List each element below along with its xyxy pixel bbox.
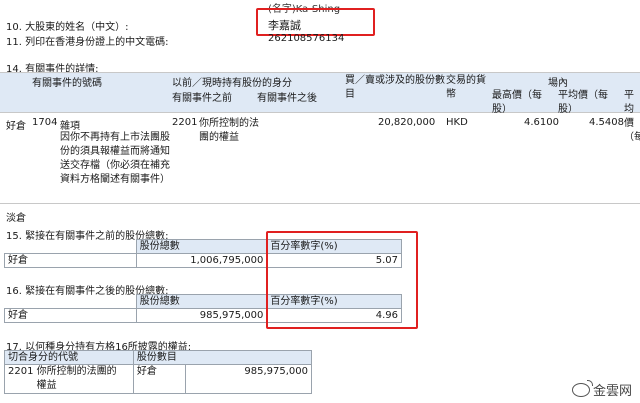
highlight-pct-box: [266, 231, 418, 329]
item17-col-shares: 股份數目: [132, 350, 186, 365]
item14-header-currency: 交易的貨幣: [446, 75, 486, 100]
item14-row-code: 1704: [32, 117, 58, 128]
item14-header-shares: 買／賣或涉及的股份數目: [345, 75, 445, 100]
item14-row-avg: 4.5408: [589, 117, 624, 128]
item14-header-top-line: [0, 72, 640, 73]
item14-header-avg-cut: 平均價（每: [624, 90, 640, 143]
item14-header-before: 有關事件之前: [172, 93, 232, 104]
item14-row-high: 4.6100: [524, 117, 559, 128]
item15-row-label: 好倉: [4, 253, 137, 268]
item14-row-cap-desc: 你所控制的法團的權益: [199, 118, 259, 143]
item14-row-bottom-line: [0, 203, 640, 204]
item14-row-cap-code: 2201: [172, 117, 198, 128]
item15-blank: [4, 239, 137, 254]
item17-code: 2201: [8, 366, 34, 377]
item17-col-blank: [185, 350, 312, 365]
item14-header-event: 有關事件的號碼: [32, 78, 102, 89]
item14-row-position: 好倉: [6, 121, 26, 132]
item14-header-capacity: 以前／現時持有股份的身分: [172, 78, 292, 89]
item16-row-label: 好倉: [4, 308, 137, 323]
item16-blank: [4, 294, 137, 309]
item14-row-shares: 20,820,000: [378, 117, 436, 128]
item16-shares: 985,975,000: [135, 308, 268, 323]
item17-table: 切合身分的代號 股份數目 2201 你所控制的法團的權益 好倉 985,975,…: [4, 350, 312, 394]
item11-label: 11. 列印在香港身份證上的中文電碼:: [6, 37, 169, 48]
item14-header-avg: 平均價（每股）: [558, 90, 608, 115]
weibo-logo-icon: [571, 379, 593, 397]
item14-row-currency: HKD: [446, 117, 468, 128]
item17-col-code: 切合身分的代號: [4, 350, 134, 365]
item17-desc: 你所控制的法團的權益: [36, 366, 117, 391]
watermark: 金雲网: [571, 379, 632, 399]
item14-row-event-desc: 因你不再持有上市法團股份的須具報權益而將通知送交存檔（你必須在補充資料方格闡述有…: [60, 132, 170, 185]
item15-shares: 1,006,795,000: [135, 253, 268, 268]
item16-col-shares: 股份總數: [135, 294, 268, 309]
item17-pos: 好倉: [132, 364, 187, 394]
item17-shares: 985,975,000: [185, 364, 312, 394]
item11-value: 262108576134: [268, 33, 345, 44]
item14-header-onmarket: 場內: [548, 78, 568, 89]
item14-short-label: 淡倉: [6, 213, 26, 224]
item15-col-shares: 股份總數: [135, 239, 268, 254]
highlight-name-box: [256, 8, 375, 36]
item14-header-after: 有關事件之後: [257, 93, 317, 104]
item14-header-high: 最高價（每股）: [492, 90, 542, 115]
watermark-text: 金雲网: [592, 384, 632, 399]
item17-row-code-cell: 2201 你所控制的法團的權益: [4, 364, 134, 394]
item14-row-event-title: 雜項: [60, 121, 80, 132]
item10-label: 10. 大股東的姓名（中文）:: [6, 22, 129, 33]
